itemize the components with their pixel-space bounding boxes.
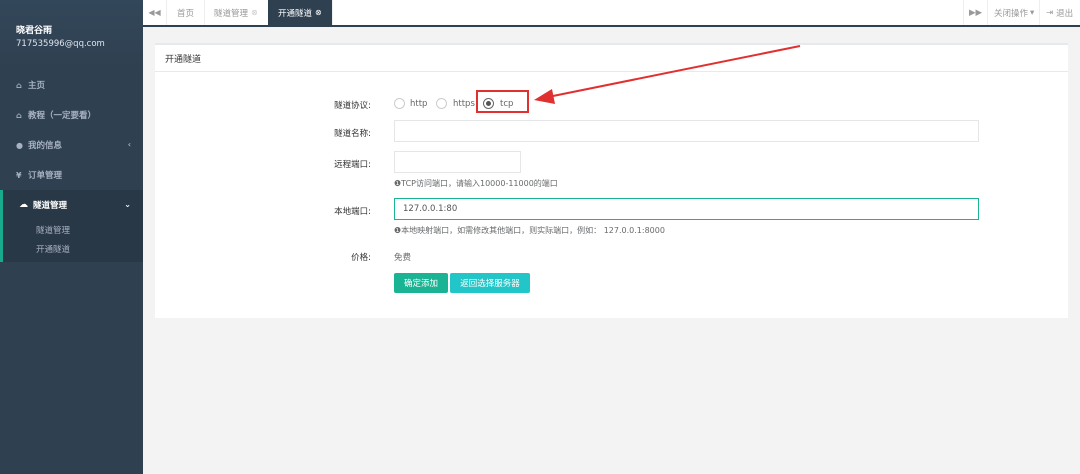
tab-tunnel-manage[interactable]: 隧道管理 ⊗ — [204, 0, 269, 25]
logout-button[interactable]: ⇥ 退出 — [1039, 0, 1079, 25]
home-icon: ⌂ — [16, 110, 22, 120]
remote-port-input[interactable] — [394, 151, 521, 173]
sidebar-subitem-open-tunnel[interactable]: 开通隧道 — [3, 240, 143, 262]
sidebar-item-label: 教程（一定要看） — [28, 111, 97, 121]
user-icon: ● — [16, 140, 23, 150]
price-value: 免费 — [394, 253, 412, 263]
tabs-scroll-left-button[interactable]: ◀◀ — [143, 0, 167, 25]
sidebar-item-label: 订单管理 — [28, 171, 63, 181]
sidebar-item-label: 隧道管理 — [33, 201, 68, 211]
chevron-down-icon: ⌄ — [124, 200, 131, 209]
sidebar-subitem-label: 开通隧道 — [36, 245, 71, 255]
local-port-input[interactable]: 127.0.0.1:80 — [394, 198, 979, 220]
profile-email: 717535996@qq.com — [16, 39, 105, 49]
close-operations-dropdown[interactable]: 关闭操作 ▾ — [987, 0, 1040, 25]
sidebar-item-orders[interactable]: ¥ 订单管理 — [0, 160, 143, 190]
close-icon[interactable]: ⊗ — [315, 8, 322, 17]
sidebar-item-label: 主页 — [28, 81, 46, 91]
profile-name: 晓君谷雨 — [16, 26, 53, 36]
logout-label: 退出 — [1056, 8, 1074, 19]
yen-icon: ¥ — [16, 170, 22, 180]
tab-open-tunnel[interactable]: 开通隧道 ⊗ — [268, 0, 333, 25]
tab-label: 开通隧道 — [278, 8, 313, 19]
cloud-icon: ☁ — [19, 200, 28, 210]
annotation-highlight-box — [476, 90, 529, 113]
price-label: 价格: — [351, 253, 371, 263]
sidebar-item-tutorial[interactable]: ⌂ 教程（一定要看） — [0, 100, 143, 130]
tab-home[interactable]: 首页 — [167, 0, 206, 25]
panel-title: 开通隧道 — [155, 45, 1068, 72]
local-port-help: ❶本地映射端口，如需修改其他端口，则实际端口，例如： 127.0.0.1:800… — [394, 225, 665, 236]
profile-header[interactable]: 晓君谷雨 717535996@qq.com — [0, 0, 143, 70]
home-icon: ⌂ — [16, 80, 22, 90]
remote-port-help-text: TCP访问端口，请输入10000-11000的端口 — [401, 179, 558, 188]
back-to-server-select-button[interactable]: 返回选择服务器 — [450, 273, 530, 293]
sidebar-item-home[interactable]: ⌂ 主页 — [0, 70, 143, 100]
remote-port-help: ❶TCP访问端口，请输入10000-11000的端口 — [394, 178, 558, 189]
sidebar-subitem-label: 隧道管理 — [36, 226, 71, 236]
open-tunnel-panel: 开通隧道 隧道协议: http https tcp 隧道名称: 远程端口: ❶T… — [155, 43, 1068, 318]
local-port-label: 本地端口: — [334, 207, 371, 217]
sidebar-item-tunnels[interactable]: ☁ 隧道管理 ⌄ — [3, 190, 143, 220]
close-operations-label: 关闭操作 — [994, 8, 1029, 19]
sidebar-item-label: 我的信息 — [28, 141, 63, 151]
sidebar-subitem-tunnel-manage[interactable]: 隧道管理 — [3, 220, 143, 240]
tabs-scroll-right-button[interactable]: ▶▶ — [963, 0, 987, 25]
caret-down-icon: ▾ — [1030, 7, 1035, 18]
sidebar-item-my-info[interactable]: ● 我的信息 ‹ — [0, 130, 143, 160]
close-icon[interactable]: ⊗ — [251, 8, 258, 17]
radio-http[interactable] — [394, 98, 405, 109]
double-left-arrow-icon: ◀◀ — [148, 8, 161, 17]
tunnel-name-label: 隧道名称: — [334, 129, 371, 139]
double-right-arrow-icon: ▶▶ — [968, 7, 983, 18]
sidebar: 晓君谷雨 717535996@qq.com ⌂ 主页 ⌂ 教程（一定要看） ● … — [0, 0, 143, 474]
local-port-help-text: 本地映射端口，如需修改其他端口，则实际端口，例如： 127.0.0.1:8000 — [401, 226, 665, 235]
tab-label: 隧道管理 — [214, 8, 249, 19]
protocol-label: 隧道协议: — [334, 101, 371, 111]
tab-label: 首页 — [177, 8, 195, 19]
confirm-add-button[interactable]: 确定添加 — [394, 273, 448, 293]
radio-https[interactable] — [436, 98, 447, 109]
logout-icon: ⇥ — [1046, 7, 1054, 18]
sidebar-group-tunnels: ☁ 隧道管理 ⌄ 隧道管理 开通隧道 — [0, 190, 143, 262]
remote-port-label: 远程端口: — [334, 160, 371, 170]
radio-https-label: https — [453, 99, 475, 109]
tab-bar: ◀◀ 首页 隧道管理 ⊗ 开通隧道 ⊗ ▶▶ 关闭操作 ▾ ⇥ 退出 — [143, 0, 1080, 27]
tunnel-name-input[interactable] — [394, 120, 979, 142]
radio-http-label: http — [410, 99, 428, 109]
chevron-left-icon: ‹ — [127, 140, 131, 149]
